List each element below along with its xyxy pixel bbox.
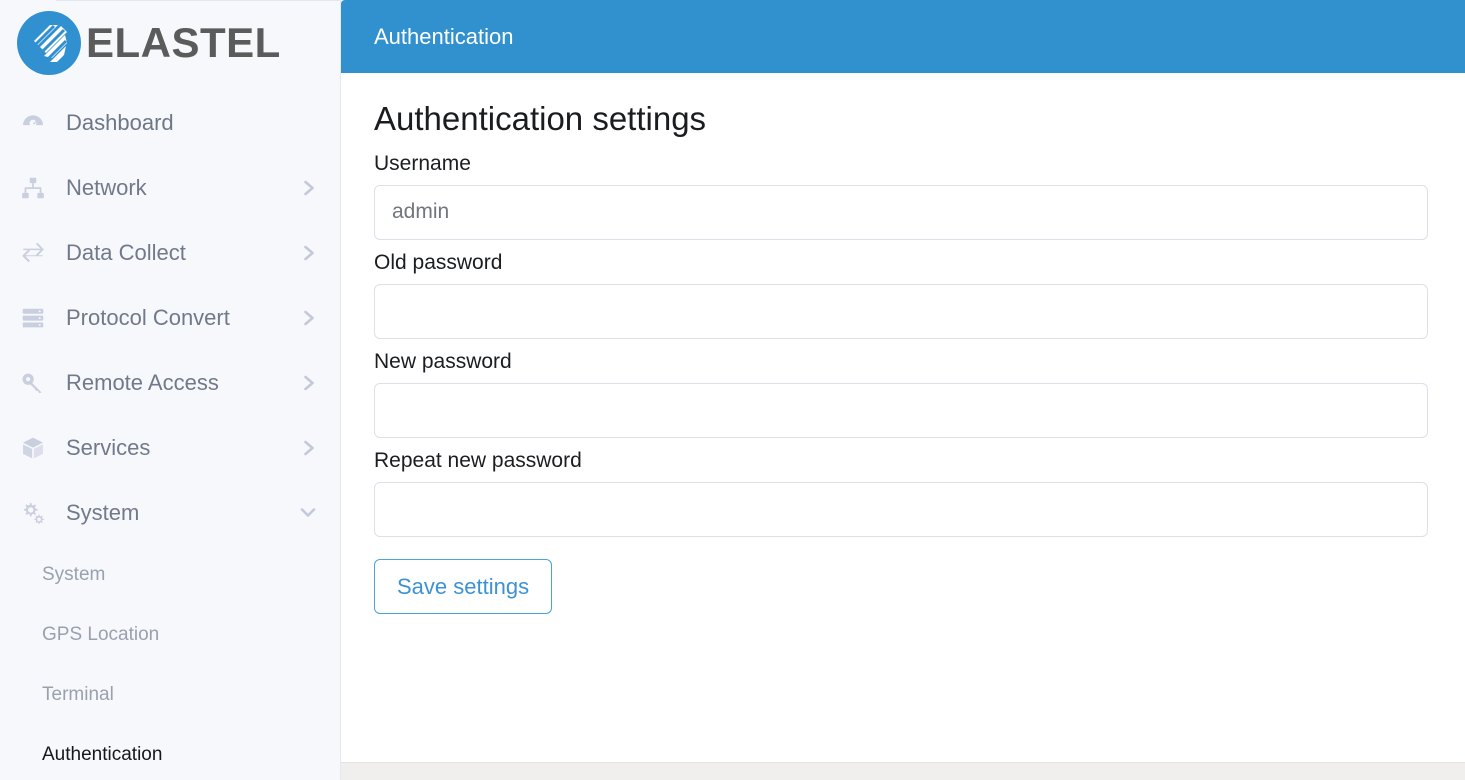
- sidebar-nav: Dashboard Network Data Collect Protocol …: [0, 86, 340, 780]
- sidebar-subitem-gps-location[interactable]: GPS Location: [0, 605, 340, 665]
- dashboard-icon: [16, 110, 50, 136]
- cube-icon: [16, 435, 50, 461]
- chevron-down-icon[interactable]: [298, 504, 318, 521]
- sidebar-item-protocol-convert[interactable]: Protocol Convert: [0, 285, 340, 350]
- sidebar-item-system[interactable]: System: [0, 480, 340, 545]
- sidebar-subitem-label: Terminal: [42, 684, 114, 705]
- sidebar-item-label: Protocol Convert: [66, 304, 230, 330]
- sidebar-subitem-system[interactable]: System: [0, 545, 340, 605]
- server-icon: [16, 305, 50, 331]
- sidebar-item-label: Services: [66, 434, 151, 460]
- exchange-arrows-icon: [16, 240, 50, 266]
- repeat-new-password-input[interactable]: [374, 482, 1428, 538]
- field-old-password: Old password: [374, 250, 1428, 339]
- sitemap-icon: [16, 175, 50, 201]
- brand-name: ELASTEL: [86, 19, 281, 66]
- field-repeat-new-password: Repeat new password: [374, 448, 1428, 538]
- repeat-new-password-label: Repeat new password: [374, 449, 582, 473]
- elastel-circle-logo-icon: [14, 8, 84, 78]
- brand-logo[interactable]: ELASTEL: [0, 0, 340, 86]
- field-username: Username: [374, 151, 1428, 240]
- chevron-right-icon[interactable]: [301, 373, 318, 393]
- new-password-input[interactable]: [374, 383, 1428, 439]
- new-password-label: New password: [374, 349, 512, 373]
- chevron-right-icon[interactable]: [301, 308, 318, 328]
- sidebar-subitem-authentication[interactable]: Authentication: [0, 725, 340, 780]
- sidebar-item-data-collect[interactable]: Data Collect: [0, 220, 340, 285]
- sidebar-subitem-label: GPS Location: [42, 624, 160, 645]
- chevron-right-icon[interactable]: [301, 243, 318, 263]
- chevron-right-icon[interactable]: [301, 438, 318, 458]
- sidebar-subitem-label: System: [42, 564, 106, 585]
- key-icon: [16, 370, 50, 396]
- sidebar: ELASTEL Dashboard Network Data Collect P…: [0, 0, 341, 780]
- sidebar-item-label: Dashboard: [66, 109, 174, 135]
- sidebar-top-divider: [56, 0, 340, 1]
- username-label: Username: [374, 151, 471, 175]
- sidebar-item-label: Network: [66, 174, 147, 200]
- old-password-input[interactable]: [374, 283, 1428, 339]
- sidebar-item-label: Data Collect: [66, 239, 186, 265]
- old-password-label: Old password: [374, 250, 503, 274]
- sidebar-item-services[interactable]: Services: [0, 415, 340, 480]
- sidebar-item-dashboard[interactable]: Dashboard: [0, 90, 340, 155]
- sidebar-item-label: System: [66, 499, 140, 525]
- content-area: Authentication Authentication settings U…: [341, 0, 1465, 780]
- sidebar-subitem-terminal[interactable]: Terminal: [0, 665, 340, 725]
- page-header: Authentication: [341, 0, 1465, 73]
- username-input[interactable]: [374, 184, 1428, 240]
- field-new-password: New password: [374, 349, 1428, 439]
- sidebar-subitem-label: Authentication: [42, 744, 163, 765]
- cogs-icon: [16, 500, 50, 526]
- app-root: ELASTEL Dashboard Network Data Collect P…: [0, 0, 1465, 780]
- sidebar-item-label: Remote Access: [66, 369, 219, 395]
- chevron-right-icon[interactable]: [301, 178, 318, 198]
- form-heading: Authentication settings: [374, 100, 707, 137]
- sidebar-item-remote-access[interactable]: Remote Access: [0, 350, 340, 415]
- sidebar-item-network[interactable]: Network: [0, 155, 340, 220]
- page-title: Authentication: [374, 23, 514, 49]
- page-footer-strip: [341, 762, 1465, 780]
- save-settings-button[interactable]: Save settings: [374, 559, 553, 615]
- authentication-settings-panel: Authentication settings Username Old pas…: [341, 73, 1465, 762]
